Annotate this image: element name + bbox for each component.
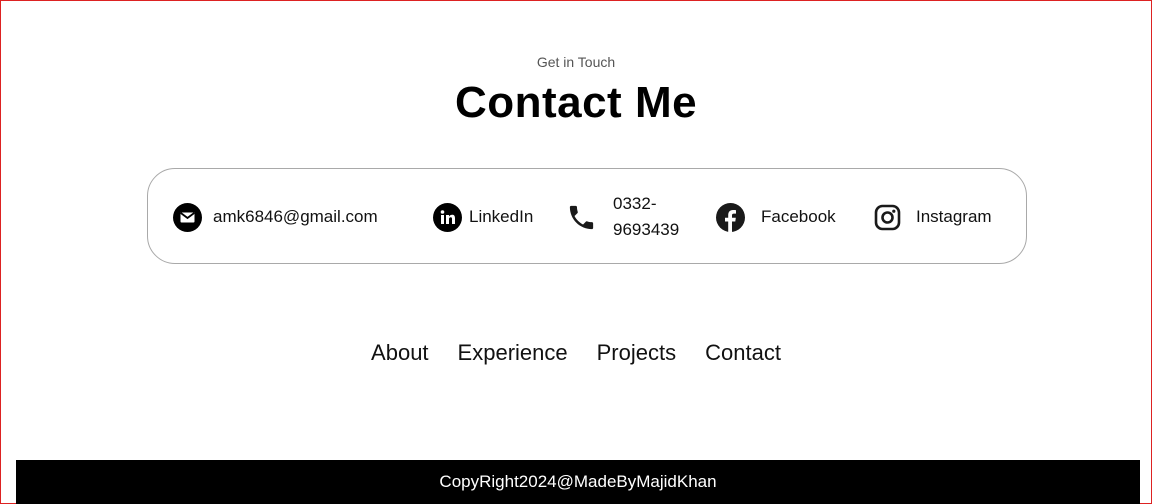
linkedin-link[interactable]: LinkedIn bbox=[433, 169, 533, 265]
facebook-icon bbox=[716, 202, 745, 232]
instagram-label: Instagram bbox=[916, 207, 992, 226]
phone-icon bbox=[566, 202, 597, 233]
email-link[interactable]: amk6846@gmail.com bbox=[173, 169, 378, 265]
nav-link-projects[interactable]: Projects bbox=[597, 340, 676, 366]
instagram-link[interactable]: Instagram bbox=[874, 169, 992, 265]
email-label: amk6846@gmail.com bbox=[213, 207, 378, 226]
instagram-icon bbox=[874, 204, 901, 231]
phone-link[interactable]: 0332-9693439 bbox=[566, 169, 693, 265]
facebook-link[interactable]: Facebook bbox=[716, 169, 836, 265]
nav-link-contact[interactable]: Contact bbox=[705, 340, 781, 366]
footer-bar: CopyRight2024@MadeByMajidKhan bbox=[16, 460, 1140, 504]
email-icon bbox=[173, 202, 202, 232]
copyright-text: CopyRight2024@MadeByMajidKhan bbox=[439, 472, 717, 491]
contact-card: amk6846@gmail.com LinkedIn 0332-9693439 bbox=[147, 168, 1027, 264]
nav-link-experience[interactable]: Experience bbox=[458, 340, 568, 366]
phone-label: 0332-9693439 bbox=[613, 194, 680, 239]
footer-nav: About Experience Projects Contact bbox=[0, 340, 1152, 366]
linkedin-icon bbox=[433, 202, 462, 232]
nav-link-about[interactable]: About bbox=[371, 340, 429, 366]
section-subtitle: Get in Touch bbox=[536, 54, 616, 70]
facebook-label: Facebook bbox=[761, 207, 836, 226]
page-title: Contact Me bbox=[454, 78, 698, 127]
linkedin-label: LinkedIn bbox=[469, 207, 534, 226]
